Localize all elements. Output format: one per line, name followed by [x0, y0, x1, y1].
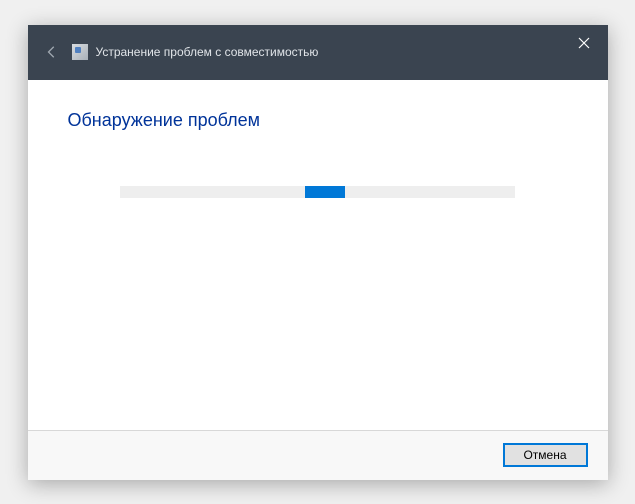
cancel-button[interactable]: Отмена	[503, 443, 588, 467]
arrow-left-icon	[45, 45, 59, 59]
titlebar: Устранение проблем с совместимостью	[28, 25, 608, 80]
troubleshooter-icon	[72, 44, 88, 60]
close-button[interactable]	[568, 31, 600, 55]
progress-bar	[120, 186, 515, 198]
close-icon	[578, 37, 590, 49]
window-title: Устранение проблем с совместимостью	[96, 45, 319, 59]
page-heading: Обнаружение проблем	[68, 110, 568, 131]
content-area: Обнаружение проблем	[28, 80, 608, 430]
troubleshooter-dialog: Устранение проблем с совместимостью Обна…	[28, 25, 608, 480]
footer: Отмена	[28, 430, 608, 480]
progress-indicator	[305, 186, 345, 198]
back-button	[40, 40, 64, 64]
